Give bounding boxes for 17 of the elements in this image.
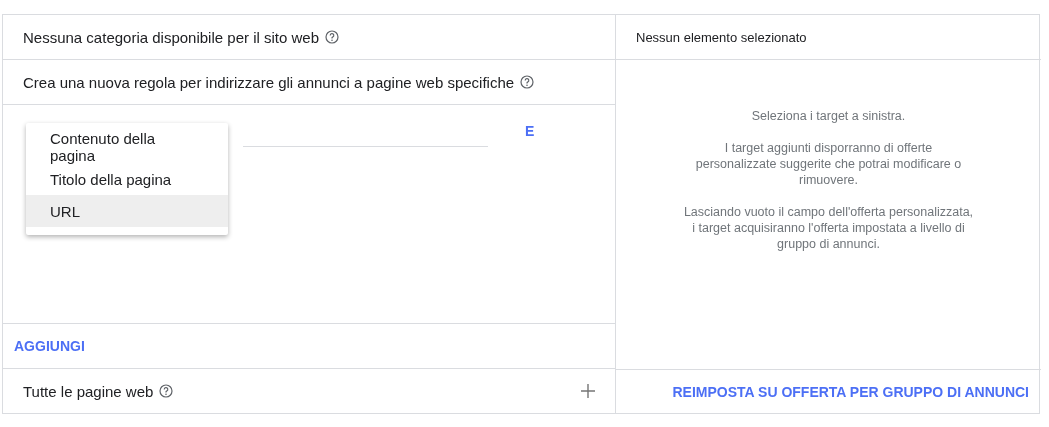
help-icon[interactable]	[520, 75, 535, 89]
help-icon[interactable]	[159, 384, 174, 398]
category-label: Nessuna categoria disponibile per il sito web	[23, 28, 319, 46]
all-pages-label: Tutte le pagine web	[23, 382, 154, 400]
hint-text: I target aggiunti disporranno di offerte personalizzate suggerite che potrai modificare o rimuovere.	[694, 140, 963, 188]
reset-bid-button[interactable]: REIMPOSTA SU OFFERTA PER GRUPPO DI ANNUNCI	[672, 383, 1029, 400]
hint-text: Lasciando vuoto il campo dell'offerta personalizzata, i target acquisiranno l'offerta impostata a livello di gruppo di annunci.	[683, 204, 974, 252]
add-button[interactable]: AGGIUNGI	[14, 338, 85, 354]
hint-text: Seleziona i target a sinistra.	[750, 108, 907, 124]
add-icon[interactable]	[581, 384, 595, 398]
menu-item[interactable]: URL	[26, 195, 228, 227]
menu-item[interactable]: Titolo della pagina	[26, 163, 228, 195]
rule-label: Crea una nuova regola per indirizzare gli annunci a pagine web specifiche	[23, 73, 515, 91]
selection-header: Nessun elemento selezionato	[616, 15, 1041, 60]
operator-button[interactable]: E	[519, 123, 541, 139]
menu-item[interactable]: Contenuto della pagina	[26, 131, 228, 163]
help-icon[interactable]	[325, 30, 339, 44]
